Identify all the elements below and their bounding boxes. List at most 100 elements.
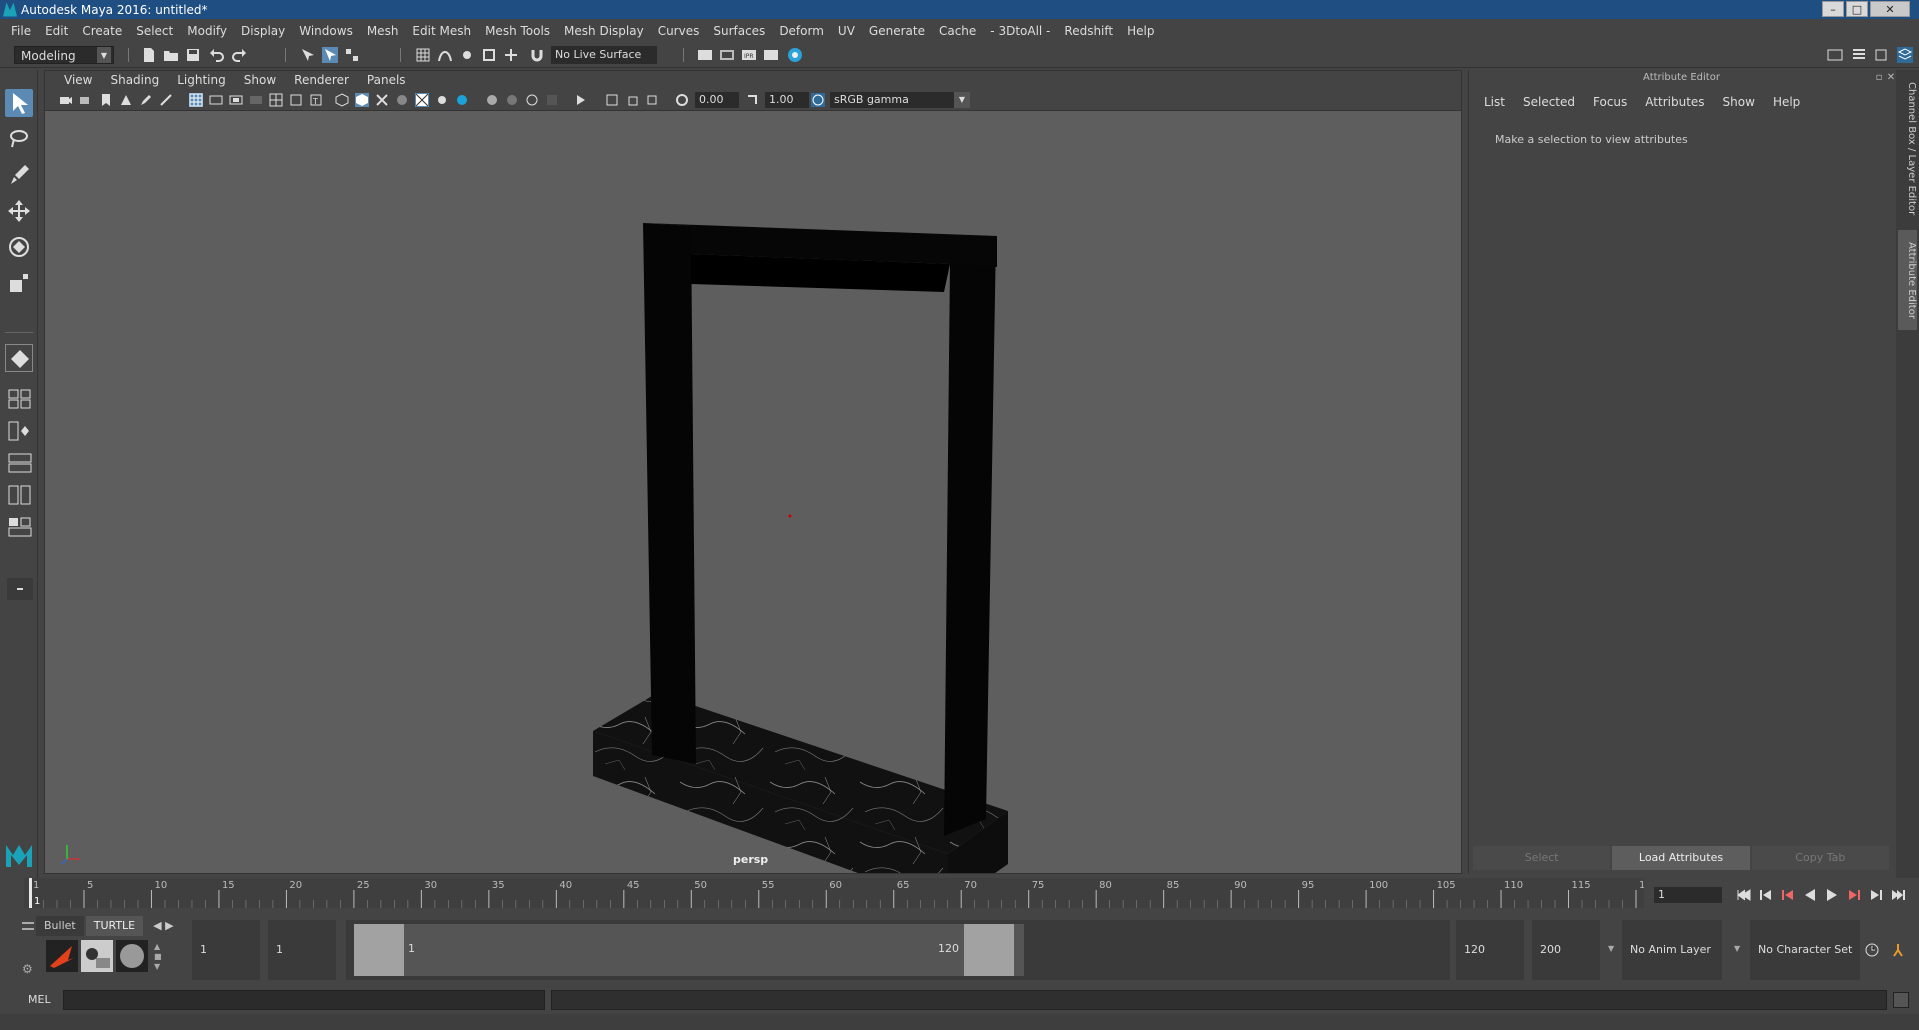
- 3d-scene[interactable]: [45, 112, 1461, 873]
- range-end-handle[interactable]: [964, 924, 1014, 976]
- menu-surfaces[interactable]: Surfaces: [706, 24, 772, 38]
- anim-layer-select[interactable]: No Anim Layer: [1622, 920, 1722, 980]
- menu-select[interactable]: Select: [129, 24, 180, 38]
- snap-grid-icon[interactable]: [415, 47, 431, 63]
- menu-redshift[interactable]: Redshift: [1057, 24, 1120, 38]
- script-editor-icon[interactable]: [1893, 992, 1909, 1008]
- go-to-end-icon[interactable]: [1890, 887, 1906, 903]
- ae-copy-tab-button[interactable]: Copy Tab: [1751, 846, 1889, 870]
- playback-start-field[interactable]: 1: [268, 920, 336, 980]
- panel-menu-renderer[interactable]: Renderer: [285, 73, 358, 87]
- default-material-icon[interactable]: [395, 93, 409, 107]
- shelf-scroll-arrows-icon[interactable]: ▲ ■ ▼: [154, 942, 162, 972]
- animation-end-field[interactable]: 200: [1532, 920, 1600, 980]
- shadows-icon[interactable]: [455, 93, 469, 107]
- minimize-button[interactable]: –: [1822, 1, 1844, 17]
- float-panel-icon[interactable]: ▫: [1873, 72, 1885, 84]
- play-backwards-icon[interactable]: [1802, 887, 1818, 903]
- auto-key-icon[interactable]: [1864, 942, 1880, 958]
- turtle-bake-icon[interactable]: [81, 940, 113, 972]
- xray-joints-icon[interactable]: [625, 93, 639, 107]
- textured-icon[interactable]: [415, 93, 429, 107]
- new-scene-icon[interactable]: [141, 47, 157, 63]
- menu-edit-mesh[interactable]: Edit Mesh: [405, 24, 478, 38]
- range-slider-bar[interactable]: [354, 924, 1024, 976]
- channel-box-tab[interactable]: Channel Box / Layer Editor: [1898, 74, 1917, 224]
- attribute-editor-tab[interactable]: Attribute Editor: [1898, 230, 1917, 330]
- exposure-field[interactable]: 0.00: [695, 92, 739, 108]
- wireframe-on-shaded-icon[interactable]: [375, 93, 389, 107]
- menu-mesh[interactable]: Mesh: [360, 24, 406, 38]
- undo-icon[interactable]: [209, 47, 225, 63]
- motion-blur-icon[interactable]: [505, 93, 519, 107]
- ae-menu-list[interactable]: List: [1475, 95, 1514, 109]
- menu-mesh-display[interactable]: Mesh Display: [557, 24, 651, 38]
- panel-menu-shading[interactable]: Shading: [101, 73, 168, 87]
- single-perspective-layout-button[interactable]: [5, 344, 33, 372]
- menu-display[interactable]: Display: [234, 24, 292, 38]
- maximize-button[interactable]: □: [1846, 1, 1868, 17]
- save-scene-icon[interactable]: [185, 47, 201, 63]
- color-management-icon[interactable]: [811, 93, 825, 107]
- 2d-pan-zoom-icon[interactable]: [159, 93, 173, 107]
- step-back-frame-icon[interactable]: [1780, 887, 1796, 903]
- safe-action-icon[interactable]: [289, 93, 303, 107]
- use-all-lights-icon[interactable]: [435, 93, 449, 107]
- close-button[interactable]: ✕: [1870, 1, 1910, 17]
- camera-attributes-icon[interactable]: [79, 93, 93, 107]
- panel-menu-view[interactable]: View: [55, 73, 101, 87]
- menu-3dtoall[interactable]: - 3DtoAll -: [983, 24, 1057, 38]
- playback-end-field[interactable]: 120: [1456, 920, 1524, 980]
- isolate-select-icon[interactable]: [575, 93, 589, 107]
- magnet-icon[interactable]: [529, 47, 545, 63]
- persp-graph-layout-button[interactable]: [7, 452, 33, 474]
- smooth-shade-icon[interactable]: [355, 93, 369, 107]
- menu-create[interactable]: Create: [75, 24, 129, 38]
- xray-components-icon[interactable]: [645, 93, 659, 107]
- shelf-tab-turtle[interactable]: TURTLE: [85, 916, 144, 936]
- gamma-icon[interactable]: [745, 93, 759, 107]
- camera-icon[interactable]: [59, 93, 73, 107]
- menu-cache[interactable]: Cache: [932, 24, 983, 38]
- menu-mesh-tools[interactable]: Mesh Tools: [478, 24, 557, 38]
- scale-tool-button[interactable]: [5, 269, 33, 297]
- live-surface-field[interactable]: No Live Surface: [551, 46, 657, 64]
- persp-uv-layout-button[interactable]: [7, 516, 33, 538]
- xray-icon[interactable]: [605, 93, 619, 107]
- frame-left-post[interactable]: [643, 223, 696, 764]
- play-forwards-icon[interactable]: [1824, 887, 1840, 903]
- open-scene-icon[interactable]: [163, 47, 179, 63]
- toggle-modeling-toolkit-icon[interactable]: [1827, 47, 1843, 63]
- panel-menu-panels[interactable]: Panels: [358, 73, 415, 87]
- ae-menu-selected[interactable]: Selected: [1514, 95, 1584, 109]
- command-input[interactable]: [63, 990, 545, 1010]
- panel-menu-lighting[interactable]: Lighting: [168, 73, 235, 87]
- render-view-icon[interactable]: [697, 47, 713, 63]
- menu-file[interactable]: File: [4, 24, 38, 38]
- ipr-render-icon[interactable]: IPR: [741, 47, 757, 63]
- step-forward-frame-icon[interactable]: [1846, 887, 1862, 903]
- grease-pencil-icon[interactable]: [139, 93, 153, 107]
- film-gate-icon[interactable]: [209, 93, 223, 107]
- select-hierarchy-icon[interactable]: [300, 47, 316, 63]
- chevron-down-icon[interactable]: ▼: [1608, 944, 1614, 953]
- step-forward-key-icon[interactable]: [1868, 887, 1884, 903]
- menu-modify[interactable]: Modify: [180, 24, 234, 38]
- ae-select-button[interactable]: Select: [1473, 846, 1611, 870]
- character-set-select[interactable]: No Character Set: [1750, 920, 1860, 980]
- panel-menu-show[interactable]: Show: [235, 73, 285, 87]
- select-tool-button[interactable]: [5, 89, 33, 117]
- shelf-scroll-icon[interactable]: ◀ ▶: [145, 916, 181, 936]
- ae-menu-help[interactable]: Help: [1764, 95, 1809, 109]
- shelf-menu-icon[interactable]: [22, 922, 34, 930]
- snap-curve-icon[interactable]: [437, 47, 453, 63]
- ae-menu-attributes[interactable]: Attributes: [1636, 95, 1713, 109]
- menu-set-select[interactable]: Modeling ▼: [14, 46, 114, 64]
- ae-load-attributes-button[interactable]: Load Attributes: [1612, 846, 1750, 870]
- time-slider[interactable]: 1 5 10 15 20 25 30 35 40 45 50 55 60 65 70 75 80 85 90 95 10…: [24, 878, 1644, 908]
- menu-generate[interactable]: Generate: [862, 24, 932, 38]
- menu-deform[interactable]: Deform: [772, 24, 831, 38]
- wireframe-icon[interactable]: [335, 93, 349, 107]
- render-settings-icon[interactable]: [763, 47, 779, 63]
- four-view-layout-button[interactable]: [7, 388, 33, 410]
